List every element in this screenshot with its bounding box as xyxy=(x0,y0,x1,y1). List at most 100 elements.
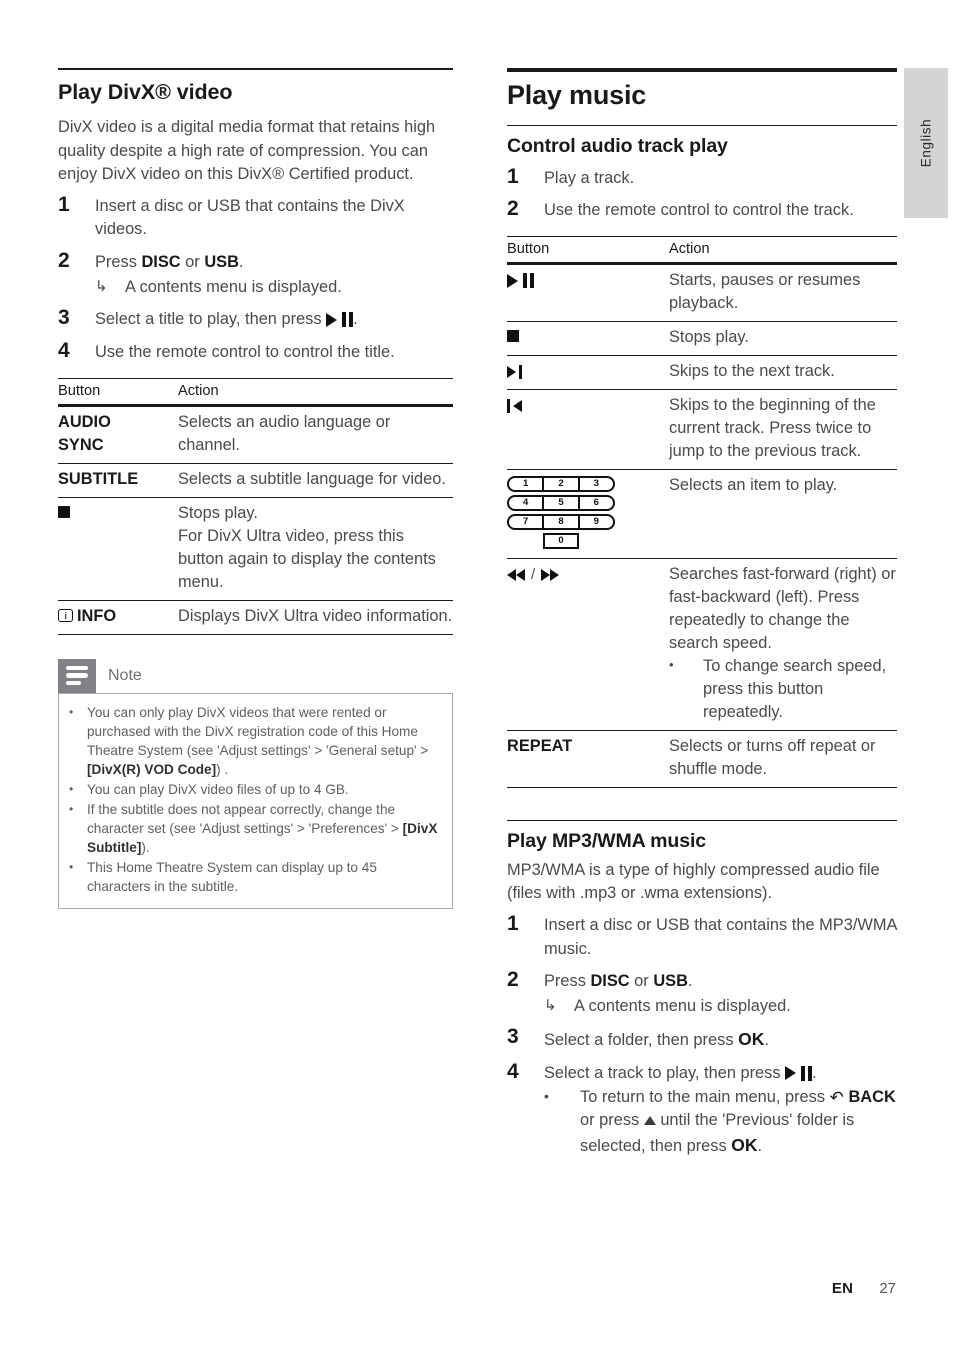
info-label: INFO xyxy=(77,606,117,625)
rewind-forward-icon: / xyxy=(507,567,560,582)
action-text: Starts, pauses or resumes playback. xyxy=(669,263,897,323)
manual-page: English Play DivX® video DivX video is a… xyxy=(0,0,954,1350)
step-text: Use the remote control to control the ti… xyxy=(95,342,395,361)
action-text: Searches fast-forward (right) or fast-ba… xyxy=(669,558,897,731)
note-bold: [DivX(R) VOD Code] xyxy=(87,761,217,777)
note-item-text: This Home Theatre System can display up … xyxy=(87,858,440,896)
step-text: Select a folder, then press OK. xyxy=(544,1024,897,1052)
step-item: 4 Use the remote control to control the … xyxy=(58,338,453,364)
table-row: Skips to the beginning of the current tr… xyxy=(507,389,897,470)
note-post: ). xyxy=(141,839,150,855)
step-item: 3 Select a folder, then press OK. xyxy=(507,1024,897,1052)
table-row: REPEAT Selects or turns off repeat or sh… xyxy=(507,730,897,788)
keypad-key: 8 xyxy=(544,515,580,528)
col-header-action: Action xyxy=(178,377,453,407)
step-text-mid: or xyxy=(629,971,654,990)
step-item: 4 Select a track to play, then press . •… xyxy=(507,1059,897,1158)
next-track-icon xyxy=(507,364,522,379)
section-rule xyxy=(507,819,897,822)
step-text: Insert a disc or USB that contains the D… xyxy=(95,197,405,239)
step-substep: ↳ A contents menu is displayed. xyxy=(507,993,897,1018)
stop-icon xyxy=(507,330,519,343)
mp3-intro: MP3/WMA is a type of highly compressed a… xyxy=(507,860,880,902)
disc-button-ref: DISC xyxy=(590,971,630,990)
step-bullet-text: To return to the main menu, press ↶ BACK… xyxy=(580,1086,897,1158)
action-text: Stops play. xyxy=(669,321,897,357)
arrow-icon: ↳ xyxy=(95,278,108,295)
action-text: Stops play. For DivX Ultra video, press … xyxy=(178,497,453,601)
step-text-post: . xyxy=(812,1063,817,1082)
note-pre: You can only play DivX videos that were … xyxy=(87,704,429,758)
step-text-post: . xyxy=(353,310,358,329)
note-item: • This Home Theatre System can display u… xyxy=(69,858,440,896)
note-item-text: If the subtitle does not appear correctl… xyxy=(87,800,440,857)
info-icon xyxy=(58,608,73,622)
repeat-button: REPEAT xyxy=(507,730,669,788)
step-text-pre: Press xyxy=(95,252,142,271)
step-text-pre: Select a folder, then press xyxy=(544,1031,739,1050)
step-text: Press DISC or USB. xyxy=(544,967,897,993)
note-body: • You can only play DivX videos that wer… xyxy=(58,692,453,909)
step-item: 2 Press DISC or USB. xyxy=(507,967,897,993)
ok-button-ref: OK xyxy=(738,1029,765,1050)
step-text-post: . xyxy=(687,971,693,990)
col-header-button: Button xyxy=(58,377,178,407)
previous-track-cell xyxy=(507,389,669,470)
section-rule xyxy=(507,124,897,127)
step-text-post: . xyxy=(764,1031,769,1050)
stop-cell xyxy=(507,321,669,357)
control-audio-track-heading: Control audio track play xyxy=(507,135,728,158)
page-title: Play music xyxy=(507,80,647,110)
note-box: Note • You can only play DivX videos tha… xyxy=(58,658,453,909)
result-line: ↳ A contents menu is displayed. xyxy=(544,995,897,1018)
table-row: Stops play. xyxy=(507,321,897,357)
keypad-row: 7 8 9 xyxy=(507,513,615,530)
bullet-icon: • xyxy=(544,1088,549,1104)
stop-icon-cell xyxy=(58,497,178,601)
action-text: Selects an item to play. xyxy=(669,469,897,559)
step-item: 1 Play a track. xyxy=(507,164,897,190)
step-substep: ↳ A contents menu is displayed. xyxy=(58,274,453,299)
step-number: 1 xyxy=(507,912,519,936)
action-text: Selects an audio language or channel. xyxy=(178,405,453,464)
numeric-keypad-cell: 1 2 3 4 5 6 7 8 9 0 xyxy=(507,469,669,559)
action-text: Selects a subtitle language for video. xyxy=(178,463,453,498)
button-subtitle: SUBTITLE xyxy=(58,463,178,498)
usb-button-ref: USB xyxy=(653,971,688,990)
bullet-icon: • xyxy=(69,801,74,816)
step-number: 2 xyxy=(507,196,519,220)
note-pre: You can play DivX video files of up to 4… xyxy=(87,781,349,797)
search-bullet: • To change search speed, press this but… xyxy=(669,655,897,724)
play-mp3-wma-heading: Play MP3/WMA music xyxy=(507,830,707,853)
result-line: ↳ A contents menu is displayed. xyxy=(95,276,453,299)
page-footer: EN 27 xyxy=(0,1280,954,1297)
keypad-key: 6 xyxy=(593,497,599,509)
action-text: Skips to the beginning of the current tr… xyxy=(669,389,897,470)
step-item: 2 Press DISC or USB. xyxy=(58,248,453,274)
numeric-keypad-icon: 1 2 3 4 5 6 7 8 9 0 xyxy=(507,475,659,549)
note-title: Note xyxy=(108,666,142,684)
bullet-part-4: . xyxy=(757,1136,763,1155)
play-pause-icon xyxy=(507,273,534,289)
step-text: Press DISC or USB. xyxy=(95,248,453,274)
keypad-key: 2 xyxy=(544,477,580,490)
audio-button-table: Button Action Starts, pauses or resumes … xyxy=(507,236,897,788)
previous-track-icon xyxy=(507,398,522,413)
step-text-pre: Press xyxy=(544,971,591,990)
ok-button-ref: OK xyxy=(731,1134,758,1155)
button-audio-sync: AUDIO SYNC xyxy=(58,405,178,464)
back-button-ref: BACK xyxy=(848,1088,896,1106)
table-row: AUDIO SYNC Selects an audio language or c… xyxy=(58,405,453,464)
table-row: INFO Displays DivX Ultra video informati… xyxy=(58,600,453,635)
language-tab: English xyxy=(904,68,948,218)
play-pause-icon xyxy=(785,1065,813,1081)
result-text: A contents menu is displayed. xyxy=(125,278,342,296)
step-number: 1 xyxy=(507,164,519,188)
table-row: 1 2 3 4 5 6 7 8 9 0 Selects an item to p… xyxy=(507,469,897,559)
step-number: 2 xyxy=(507,967,519,991)
keypad-row: 1 2 3 xyxy=(507,475,615,492)
note-item: • You can only play DivX videos that wer… xyxy=(69,703,440,779)
next-track-cell xyxy=(507,355,669,391)
action-text: Selects or turns off repeat or shuffle m… xyxy=(669,730,897,788)
result-text: A contents menu is displayed. xyxy=(574,997,791,1016)
